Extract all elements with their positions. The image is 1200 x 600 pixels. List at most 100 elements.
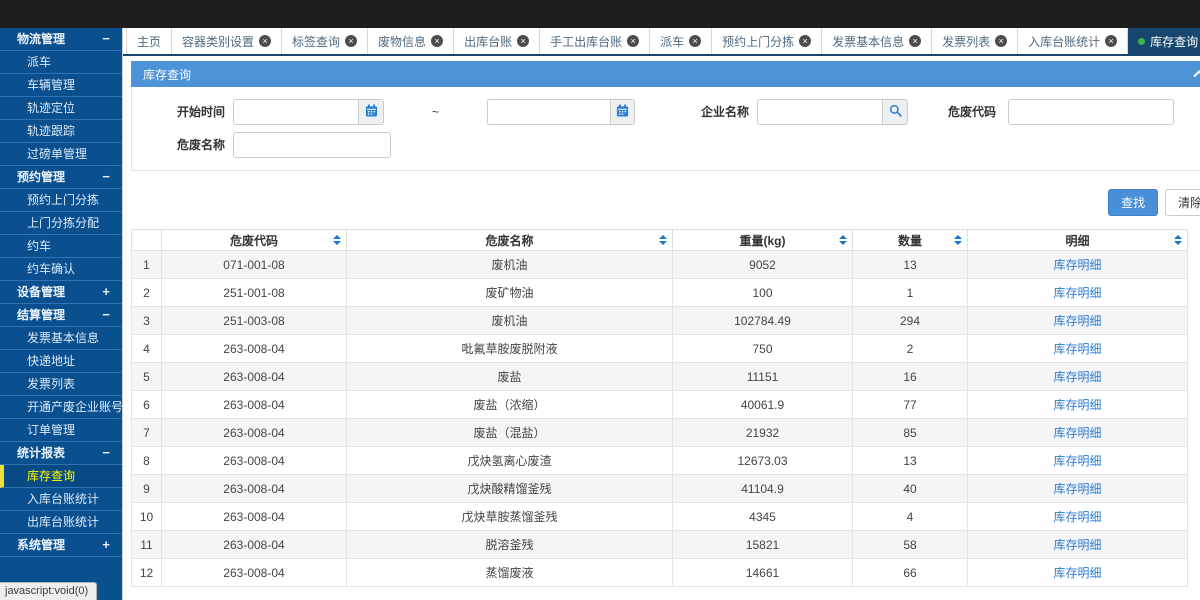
quantity-cell: 16	[853, 363, 968, 391]
sort-icon[interactable]	[1174, 235, 1182, 245]
tab-close-icon[interactable]: ×	[431, 35, 443, 47]
inventory-detail-link[interactable]: 库存明细	[1053, 538, 1101, 552]
sidebar-item[interactable]: 上门分拣分配	[0, 212, 122, 235]
start-date-calendar-button[interactable]	[359, 99, 384, 125]
tab[interactable]: 入库台账统计 ×	[1018, 28, 1128, 54]
sort-icon[interactable]	[954, 235, 962, 245]
sort-asc-arrow-icon	[1174, 235, 1182, 239]
query-panel-header[interactable]: 库存查询	[131, 61, 1200, 87]
column-header[interactable]: 重量(kg)	[673, 230, 853, 251]
sidebar-group-header[interactable]: 统计报表−	[0, 442, 122, 465]
tab-bar: 主页容器类别设置×标签查询×废物信息×出库台账×手工出库台账×派车×预约上门分拣…	[123, 28, 1200, 56]
sidebar-item[interactable]: 快递地址	[0, 350, 122, 373]
sort-desc-arrow-icon	[659, 241, 667, 245]
tab-close-icon[interactable]: ×	[345, 35, 357, 47]
tab[interactable]: 出库台账×	[454, 28, 540, 54]
waste-code-input[interactable]	[1008, 99, 1174, 125]
inventory-detail-link[interactable]: 库存明细	[1053, 426, 1101, 440]
inventory-detail-link[interactable]: 库存明细	[1053, 370, 1101, 384]
sidebar-item[interactable]: 约车	[0, 235, 122, 258]
sidebar-item[interactable]: 发票列表	[0, 373, 122, 396]
tab[interactable]: 主页	[126, 28, 172, 54]
company-name-input[interactable]	[757, 99, 883, 125]
column-header-label: 明细	[1065, 234, 1089, 248]
filter-row-2: 危废名称	[132, 128, 1200, 161]
tab[interactable]: 预约上门分拣×	[712, 28, 822, 54]
sidebar-group-header[interactable]: 系统管理+	[0, 534, 122, 557]
sidebar-item[interactable]: 发票基本信息	[0, 327, 122, 350]
end-date-calendar-button[interactable]	[611, 99, 635, 125]
table-row: 12263-008-04蒸馏废液1466166库存明细	[132, 559, 1188, 587]
tab-close-icon[interactable]: ×	[517, 35, 529, 47]
sort-icon[interactable]	[659, 235, 667, 245]
sidebar-item[interactable]: 轨迹定位	[0, 97, 122, 120]
detail-cell: 库存明细	[968, 251, 1188, 279]
sidebar-nav: 物流管理−派车车辆管理轨迹定位轨迹跟踪过磅单管理预约管理−预约上门分拣上门分拣分…	[0, 28, 122, 600]
collapse-chevron-icon[interactable]	[1193, 67, 1200, 81]
inventory-detail-link[interactable]: 库存明细	[1053, 566, 1101, 580]
sidebar-item[interactable]: 派车	[0, 51, 122, 74]
inventory-detail-link[interactable]: 库存明细	[1053, 258, 1101, 272]
inventory-detail-link[interactable]: 库存明细	[1053, 342, 1101, 356]
tab-close-icon[interactable]: ×	[995, 35, 1007, 47]
sidebar-group-header[interactable]: 物流管理−	[0, 28, 122, 51]
tab-active[interactable]: 库存查询×	[1128, 28, 1200, 54]
search-button[interactable]: 查找	[1108, 189, 1158, 216]
tab-close-icon[interactable]: ×	[799, 35, 811, 47]
tab-close-icon[interactable]: ×	[259, 35, 271, 47]
quantity-cell: 4	[853, 503, 968, 531]
column-header[interactable]: 危废代码	[162, 230, 347, 251]
inventory-detail-link[interactable]: 库存明细	[1053, 314, 1101, 328]
start-date-input[interactable]	[233, 99, 359, 125]
sort-icon[interactable]	[839, 235, 847, 245]
top-navbar	[0, 0, 1200, 28]
tab[interactable]: 发票列表×	[932, 28, 1018, 54]
sidebar-group-label: 预约管理	[17, 170, 65, 184]
inventory-detail-link[interactable]: 库存明细	[1053, 454, 1101, 468]
sidebar-group-header[interactable]: 预约管理−	[0, 166, 122, 189]
tab[interactable]: 废物信息×	[368, 28, 454, 54]
sidebar-group-header[interactable]: 结算管理−	[0, 304, 122, 327]
row-index-cell: 11	[132, 531, 162, 559]
sidebar-group-header[interactable]: 设备管理+	[0, 281, 122, 304]
tab[interactable]: 手工出库台账×	[540, 28, 650, 54]
waste-name-cell: 戊炔草胺蒸馏釜残	[347, 503, 673, 531]
waste-name-cell: 戊炔氢离心废渣	[347, 447, 673, 475]
inventory-detail-link[interactable]: 库存明细	[1053, 482, 1101, 496]
tab[interactable]: 标签查询×	[282, 28, 368, 54]
inventory-detail-link[interactable]: 库存明细	[1053, 398, 1101, 412]
tab-close-icon[interactable]: ×	[909, 35, 921, 47]
sidebar-item[interactable]: 约车确认	[0, 258, 122, 281]
tab-close-icon[interactable]: ×	[1105, 35, 1117, 47]
clear-button[interactable]: 清除	[1165, 189, 1200, 216]
row-index-cell: 3	[132, 307, 162, 335]
detail-cell: 库存明细	[968, 335, 1188, 363]
sidebar-item-active[interactable]: 库存查询	[0, 465, 122, 488]
tab[interactable]: 派车×	[650, 28, 712, 54]
tab-label: 入库台账统计	[1028, 33, 1100, 50]
column-header[interactable]: 危废名称	[347, 230, 673, 251]
sidebar-item[interactable]: 开通产废企业账号	[0, 396, 122, 419]
sidebar-item[interactable]: 入库台账统计	[0, 488, 122, 511]
waste-name-cell: 废矿物油	[347, 279, 673, 307]
column-header[interactable]: 明细	[968, 230, 1188, 251]
inventory-detail-link[interactable]: 库存明细	[1053, 286, 1101, 300]
sidebar-item[interactable]: 出库台账统计	[0, 511, 122, 534]
tab[interactable]: 发票基本信息×	[822, 28, 932, 54]
sort-icon[interactable]	[333, 235, 341, 245]
sidebar-item[interactable]: 车辆管理	[0, 74, 122, 97]
sidebar-item[interactable]: 轨迹跟踪	[0, 120, 122, 143]
waste-code-cell: 263-008-04	[162, 391, 347, 419]
column-header[interactable]: 数量	[853, 230, 968, 251]
tab[interactable]: 容器类别设置×	[172, 28, 282, 54]
sidebar-item[interactable]: 过磅单管理	[0, 143, 122, 166]
tab-close-icon[interactable]: ×	[689, 35, 701, 47]
waste-name-input[interactable]	[233, 132, 391, 158]
inventory-detail-link[interactable]: 库存明细	[1053, 510, 1101, 524]
company-search-button[interactable]	[883, 99, 908, 125]
waste-code-cell: 263-008-04	[162, 503, 347, 531]
sidebar-item[interactable]: 预约上门分拣	[0, 189, 122, 212]
sidebar-item[interactable]: 订单管理	[0, 419, 122, 442]
tab-close-icon[interactable]: ×	[627, 35, 639, 47]
end-date-input[interactable]	[487, 99, 611, 125]
